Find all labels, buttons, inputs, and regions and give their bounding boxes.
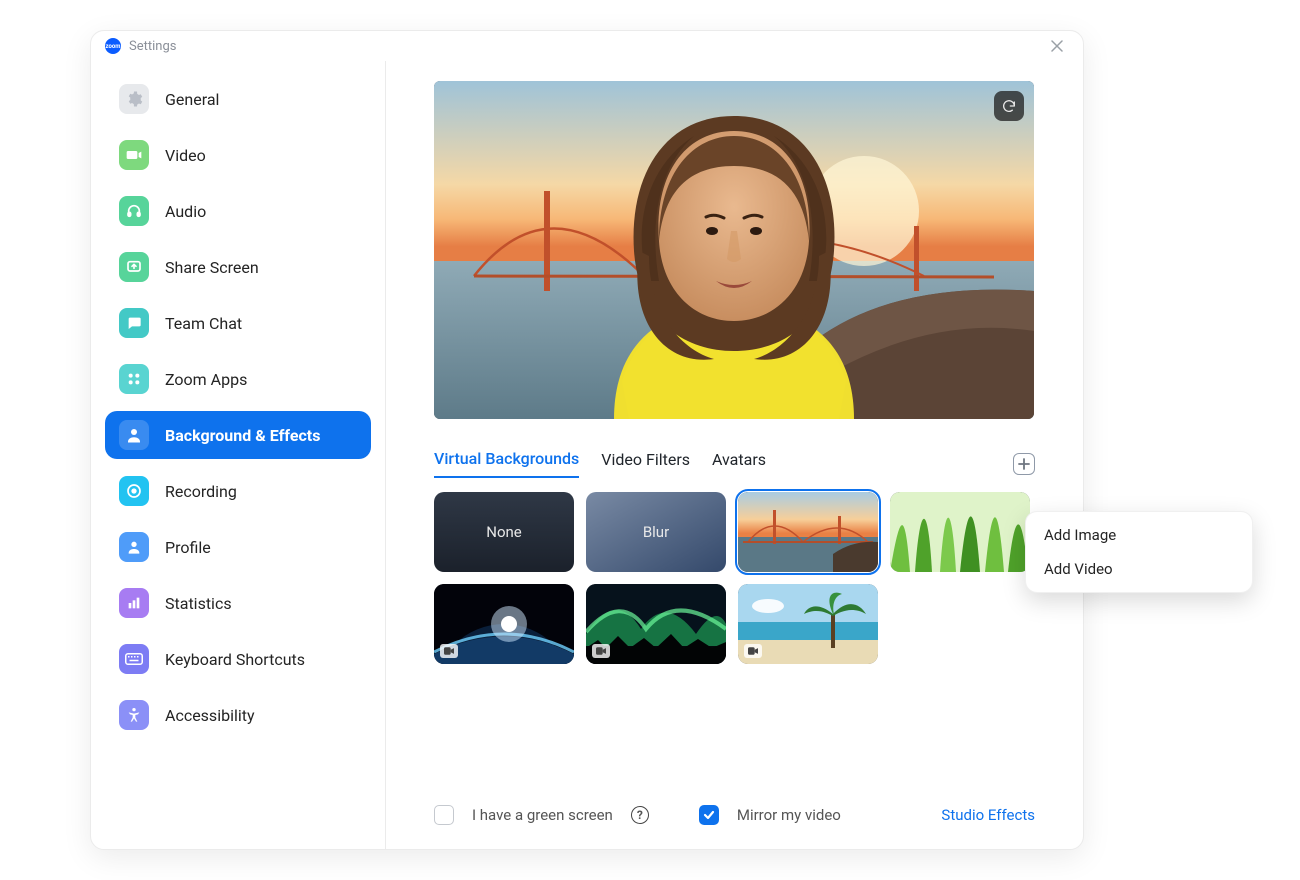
background-option-none[interactable]: None xyxy=(434,492,574,572)
sidebar-item-label: Team Chat xyxy=(165,314,242,333)
sidebar-item-label: Video xyxy=(165,146,206,165)
sidebar-item-audio[interactable]: Audio xyxy=(105,187,371,235)
sidebar-item-team-chat[interactable]: Team Chat xyxy=(105,299,371,347)
stats-icon xyxy=(119,588,149,618)
person-bg-icon xyxy=(119,420,149,450)
background-option-grass[interactable] xyxy=(890,492,1030,572)
window-title: Settings xyxy=(129,39,176,54)
chat-icon xyxy=(119,308,149,338)
keyboard-icon xyxy=(119,644,149,674)
sidebar-item-recording[interactable]: Recording xyxy=(105,467,371,515)
sidebar-item-profile[interactable]: Profile xyxy=(105,523,371,571)
settings-window: zoom Settings General Video xyxy=(90,30,1084,850)
background-effects-panel: Virtual Backgrounds Video Filters Avatar… xyxy=(386,61,1083,849)
titlebar: zoom Settings xyxy=(91,31,1083,61)
record-icon xyxy=(119,476,149,506)
sidebar-item-label: Recording xyxy=(165,482,237,501)
settings-sidebar: General Video Audio Share Screen xyxy=(91,61,386,849)
sidebar-item-label: Keyboard Shortcuts xyxy=(165,650,305,669)
add-background-menu: Add Image Add Video xyxy=(1025,511,1253,593)
panel-footer: I have a green screen ? Mirror my video … xyxy=(434,785,1035,825)
sidebar-item-share-screen[interactable]: Share Screen xyxy=(105,243,371,291)
gear-icon xyxy=(119,84,149,114)
preview-image xyxy=(434,81,1034,419)
menu-item-add-video[interactable]: Add Video xyxy=(1026,552,1252,586)
share-icon xyxy=(119,252,149,282)
green-screen-label: I have a green screen xyxy=(472,806,613,824)
grass-thumb-image xyxy=(890,492,1030,572)
sidebar-item-background-effects[interactable]: Background & Effects xyxy=(105,411,371,459)
green-screen-checkbox[interactable] xyxy=(434,805,454,825)
sidebar-item-label: Statistics xyxy=(165,594,232,613)
golden-gate-thumb-image xyxy=(738,492,878,572)
sidebar-item-video[interactable]: Video xyxy=(105,131,371,179)
menu-item-add-image[interactable]: Add Image xyxy=(1026,518,1252,552)
studio-effects-link[interactable]: Studio Effects xyxy=(941,806,1035,824)
add-background-button[interactable] xyxy=(1013,453,1035,475)
background-option-northern-lights[interactable] xyxy=(586,584,726,664)
rotate-camera-button[interactable] xyxy=(994,91,1024,121)
sidebar-item-label: Share Screen xyxy=(165,258,259,277)
sidebar-item-label: General xyxy=(165,90,219,109)
sidebar-item-label: Zoom Apps xyxy=(165,370,247,389)
background-option-beach[interactable] xyxy=(738,584,878,664)
green-screen-help-button[interactable]: ? xyxy=(631,806,649,824)
background-option-blur[interactable]: Blur xyxy=(586,492,726,572)
sidebar-item-general[interactable]: General xyxy=(105,75,371,123)
accessibility-icon xyxy=(119,700,149,730)
background-option-earth[interactable] xyxy=(434,584,574,664)
background-option-golden-gate[interactable] xyxy=(738,492,878,572)
thumb-label: Blur xyxy=(643,523,669,541)
apps-icon xyxy=(119,364,149,394)
close-button[interactable] xyxy=(1045,34,1069,58)
camera-icon xyxy=(119,140,149,170)
sidebar-item-accessibility[interactable]: Accessibility xyxy=(105,691,371,739)
close-icon xyxy=(1051,40,1063,52)
plus-icon xyxy=(1018,458,1030,470)
tab-video-filters[interactable]: Video Filters xyxy=(601,450,690,477)
headphone-icon xyxy=(119,196,149,226)
thumb-label: None xyxy=(486,523,522,541)
rotate-icon xyxy=(1001,98,1017,114)
check-icon xyxy=(703,809,715,821)
tab-avatars[interactable]: Avatars xyxy=(712,450,766,477)
sidebar-item-keyboard-shortcuts[interactable]: Keyboard Shortcuts xyxy=(105,635,371,683)
sidebar-item-label: Background & Effects xyxy=(165,426,320,445)
video-badge-icon xyxy=(592,644,610,658)
profile-icon xyxy=(119,532,149,562)
sidebar-item-zoom-apps[interactable]: Zoom Apps xyxy=(105,355,371,403)
sidebar-item-statistics[interactable]: Statistics xyxy=(105,579,371,627)
tab-virtual-backgrounds[interactable]: Virtual Backgrounds xyxy=(434,449,579,478)
video-preview xyxy=(434,81,1034,419)
video-badge-icon xyxy=(440,644,458,658)
sidebar-item-label: Profile xyxy=(165,538,211,557)
zoom-app-icon: zoom xyxy=(105,38,121,54)
video-badge-icon xyxy=(744,644,762,658)
sidebar-item-label: Audio xyxy=(165,202,206,221)
sidebar-item-label: Accessibility xyxy=(165,706,255,725)
mirror-video-label: Mirror my video xyxy=(737,806,841,824)
mirror-video-checkbox[interactable] xyxy=(699,805,719,825)
effects-tabs: Virtual Backgrounds Video Filters Avatar… xyxy=(434,449,1035,478)
background-thumbnails: None Blur xyxy=(434,492,1035,664)
